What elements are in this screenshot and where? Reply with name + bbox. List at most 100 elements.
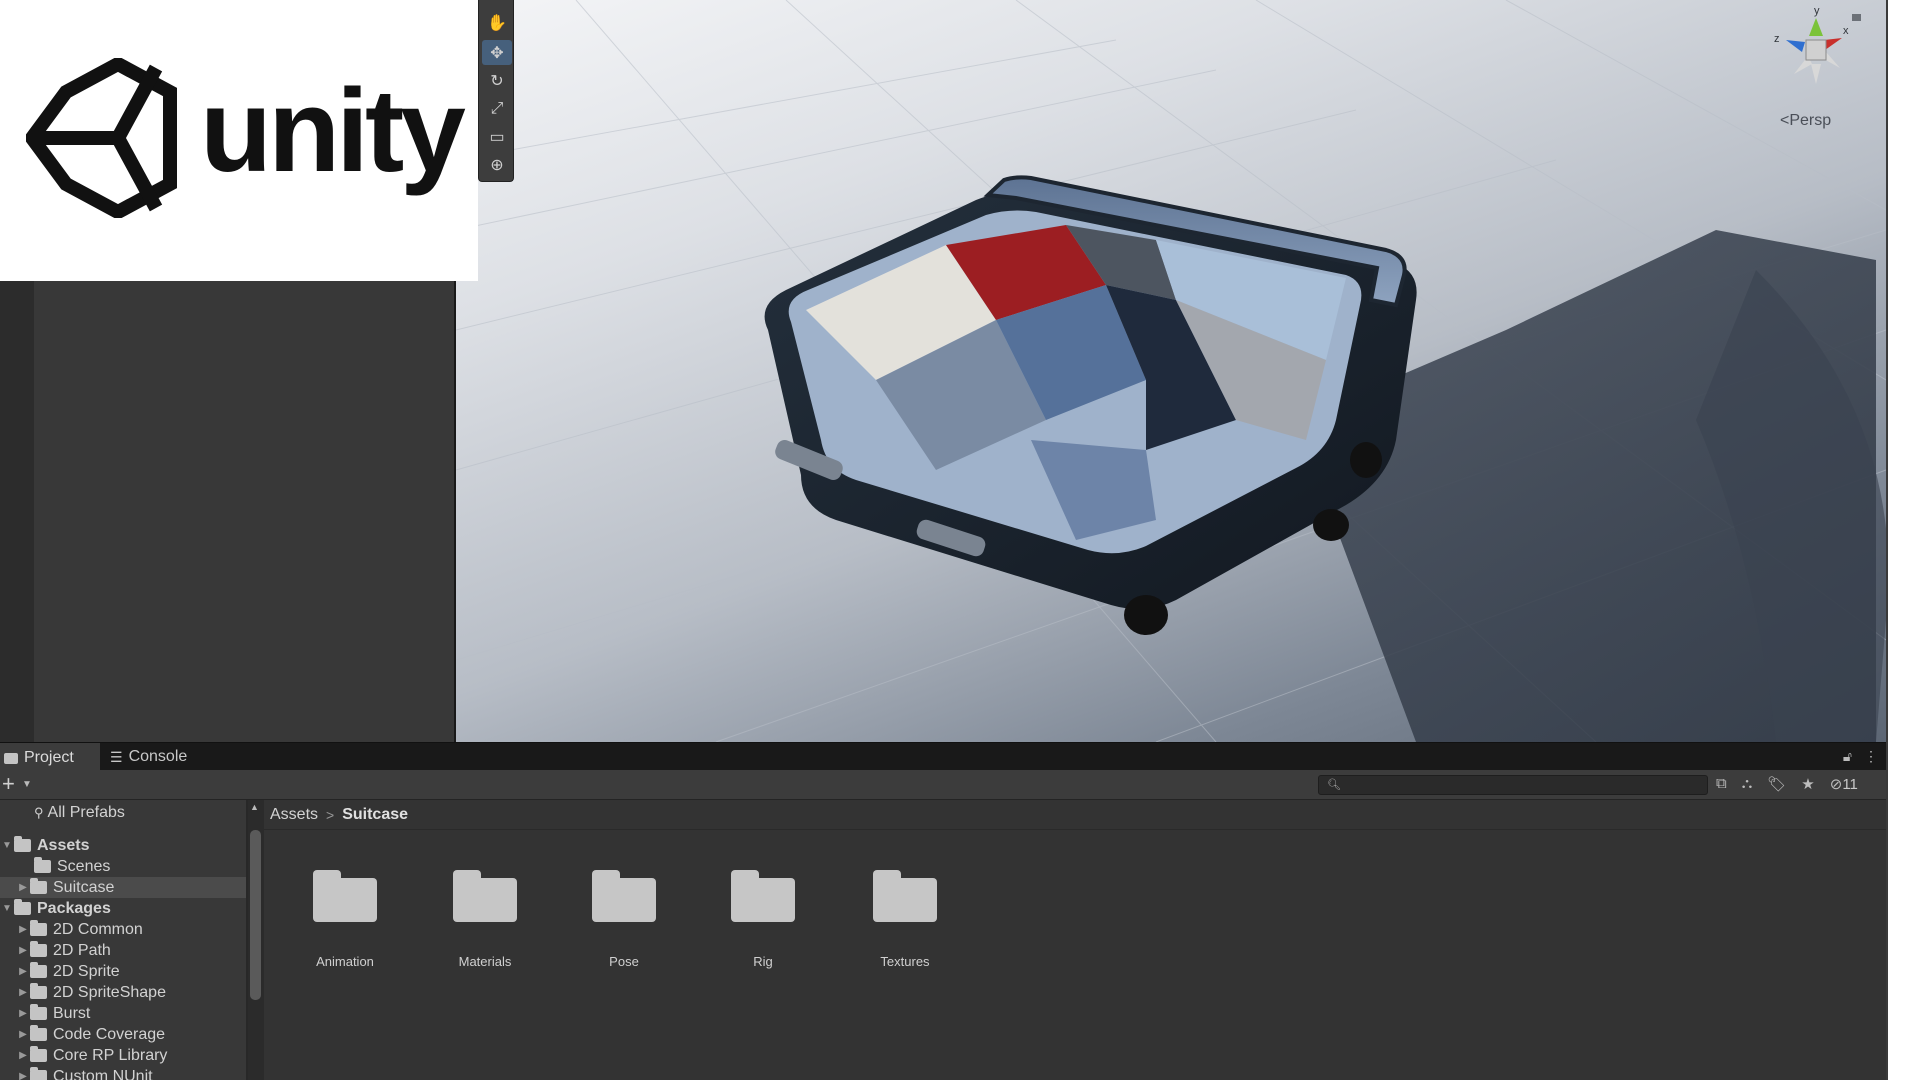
lock-icon[interactable]: 🔓︎ [1843, 748, 1852, 765]
tree-item-label: Assets [37, 836, 90, 854]
chevron-left-icon: < [1780, 112, 1790, 129]
gizmo-menu-icon[interactable] [1852, 14, 1861, 21]
gizmo-z-label: z [1774, 33, 1780, 45]
gizmo-y-label: y [1814, 5, 1820, 17]
rect-tool-icon[interactable]: ▭ [482, 124, 512, 149]
favorite-star-icon[interactable]: ★ [1801, 775, 1814, 793]
folder-icon [30, 983, 47, 999]
scene-view[interactable] [456, 0, 1886, 742]
folder-icon [30, 941, 47, 957]
expand-arrow-icon[interactable]: ▶ [16, 966, 30, 977]
folder-icon [873, 868, 937, 922]
breadcrumb-root[interactable]: Assets [270, 806, 318, 824]
expand-arrow-icon[interactable]: ▶ [16, 924, 30, 935]
expand-arrow-icon[interactable]: ▼ [0, 840, 14, 851]
expand-arrow-icon[interactable]: ▶ [16, 1008, 30, 1019]
search-by-type-icon[interactable]: ⧉ [1716, 775, 1727, 793]
folder-icon [30, 1025, 47, 1041]
folder-open-icon [14, 836, 31, 852]
asset-browser: Assets > Suitcase Animation Materials Po… [264, 800, 1886, 1080]
chevron-down-icon[interactable]: ▼ [22, 779, 32, 790]
expand-arrow-icon[interactable]: ▶ [16, 987, 30, 998]
folder-icon [30, 878, 47, 894]
tree-item-package[interactable]: ▶ 2D Common [0, 919, 246, 940]
tab-project[interactable]: Project [0, 743, 100, 771]
folder-icon [30, 1004, 47, 1020]
unity-logo: unity [0, 0, 478, 281]
tabbar-controls: 🔓︎ ⋮ [1843, 748, 1878, 765]
asset-folder-animation[interactable]: Animation [290, 868, 400, 969]
tree-scrollbar-thumb[interactable] [250, 830, 261, 1000]
favorite-all-prefabs[interactable]: ⚲ All Prefabs [0, 802, 246, 823]
folder-icon [30, 920, 47, 936]
folder-open-icon [14, 899, 31, 915]
asset-folder-textures[interactable]: Textures [850, 868, 960, 969]
unity-cube-icon [26, 58, 177, 218]
tree-item-package[interactable]: ▶ 2D SpriteShape [0, 982, 246, 1003]
add-button[interactable]: + [2, 773, 15, 795]
tree-item-scenes[interactable]: Scenes [0, 856, 246, 877]
expand-arrow-icon[interactable]: ▶ [16, 1071, 30, 1080]
tree-item-assets[interactable]: ▼ Assets [0, 835, 246, 856]
tree-item-label: 2D Sprite [53, 962, 120, 980]
orientation-gizmo[interactable]: y x z [1770, 4, 1860, 94]
asset-label: Materials [458, 954, 512, 969]
tree-item-package[interactable]: ▶ 2D Path [0, 940, 246, 961]
asset-label: Textures [880, 954, 930, 969]
tree-item-package[interactable]: ▶ 2D Sprite [0, 961, 246, 982]
scene-render [456, 0, 1886, 742]
asset-folder-pose[interactable]: Pose [569, 868, 679, 969]
tree-item-packages[interactable]: ▼ Packages [0, 898, 246, 919]
tree-item-label: 2D Common [53, 920, 143, 938]
asset-label: Animation [316, 954, 374, 969]
expand-arrow-icon[interactable]: ▼ [0, 903, 14, 914]
tree-item-label: Custom NUnit [53, 1067, 153, 1080]
expand-arrow-icon[interactable]: ▶ [16, 1050, 30, 1061]
asset-folder-materials[interactable]: Materials [430, 868, 540, 969]
breadcrumb: Assets > Suitcase [264, 800, 1886, 830]
tree-item-package[interactable]: ▶ Code Coverage [0, 1024, 246, 1045]
folder-icon [4, 752, 18, 764]
tree-item-package[interactable]: ▶ Burst [0, 1003, 246, 1024]
projection-toggle[interactable]: <Persp [1780, 112, 1831, 130]
tool-palette: ✋ ✥ ↻ ⤢ ▭ ⊕ [478, 0, 514, 182]
filter-by-type-icon[interactable]: ⛬ [1742, 775, 1753, 793]
tree-item-suitcase[interactable]: ▶ Suitcase [0, 877, 246, 898]
hidden-packages-toggle[interactable]: ⊘11 [1830, 775, 1858, 793]
folder-icon [453, 868, 517, 922]
favorite-label: All Prefabs [47, 803, 125, 821]
filter-by-label-icon[interactable]: 🏷︎ [1767, 775, 1786, 793]
folder-icon [30, 962, 47, 978]
asset-folder-rig[interactable]: Rig [708, 868, 818, 969]
search-input[interactable]: 🔍︎ [1318, 775, 1708, 795]
scroll-up-arrow-icon[interactable]: ▲ [250, 802, 259, 812]
rotate-tool-icon[interactable]: ↻ [482, 68, 512, 93]
move-tool-icon[interactable]: ✥ [482, 40, 512, 65]
window-edge-border [1886, 0, 1888, 1080]
scale-tool-icon[interactable]: ⤢ [482, 96, 512, 121]
folder-icon [30, 1046, 47, 1062]
unity-editor: y x z <Persp ✋ ✥ ↻ ⤢ ▭ ⊕ unity Project ☰… [0, 0, 1920, 1080]
more-options-icon[interactable]: ⋮ [1864, 748, 1878, 765]
breadcrumb-current[interactable]: Suitcase [342, 806, 408, 824]
tree-item-package[interactable]: ▶ Custom NUnit [0, 1066, 246, 1080]
transform-tool-icon[interactable]: ⊕ [482, 152, 512, 177]
console-icon: ☰ [110, 748, 123, 765]
hierarchy-indent-strip [0, 280, 34, 742]
tree-item-package[interactable]: ▶ Core RP Library [0, 1045, 246, 1066]
folder-icon [34, 857, 51, 873]
gizmo-x-label: x [1843, 25, 1849, 37]
tree-item-label: Burst [53, 1004, 91, 1022]
folder-icon [731, 868, 795, 922]
projection-label: Persp [1789, 112, 1832, 129]
tab-console[interactable]: ☰ Console [106, 743, 197, 771]
tree-item-label: Core RP Library [53, 1046, 168, 1064]
panel-tabbar: Project ☰ Console 🔓︎ ⋮ [0, 742, 1886, 771]
folder-icon [30, 1067, 47, 1080]
search-icon: 🔍︎ [1327, 779, 1341, 791]
expand-arrow-icon[interactable]: ▶ [16, 882, 30, 893]
expand-arrow-icon[interactable]: ▶ [16, 1029, 30, 1040]
hand-tool-icon[interactable]: ✋ [482, 10, 512, 35]
logo-wordmark: unity [200, 65, 466, 197]
expand-arrow-icon[interactable]: ▶ [16, 945, 30, 956]
